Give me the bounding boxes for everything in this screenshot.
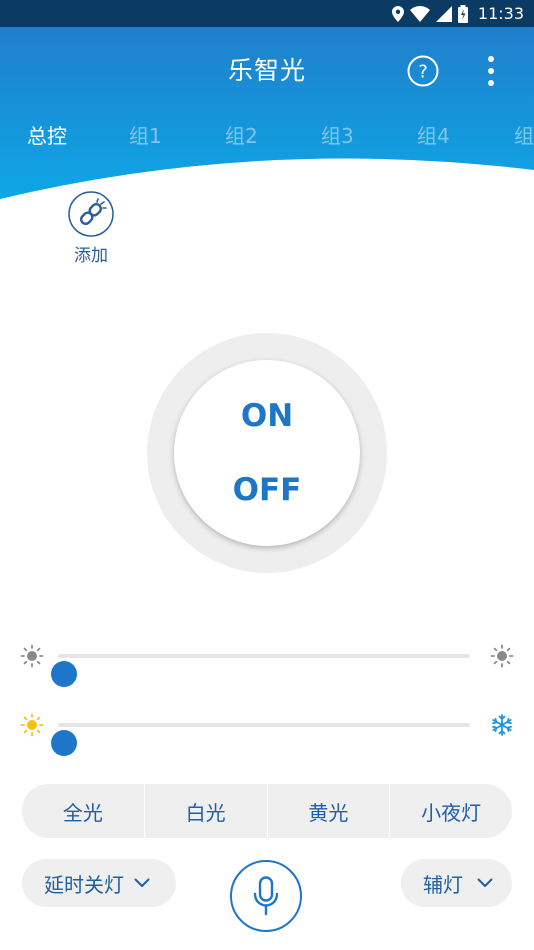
app-title: 乐智光: [227, 56, 306, 85]
brightness-track[interactable]: [51, 654, 470, 687]
chevron-down-icon: [134, 878, 150, 887]
status-icons: 11:33: [391, 0, 524, 27]
color-temperature-slider-row: [0, 705, 534, 756]
tab-group-2[interactable]: 组2: [225, 120, 258, 149]
power-off-button[interactable]: OFF: [174, 472, 360, 508]
add-label: 添加: [74, 246, 108, 266]
brightness-high-icon: [490, 644, 514, 668]
help-button[interactable]: ?: [406, 54, 440, 88]
chevron-down-icon: [477, 878, 493, 887]
tab-master-control[interactable]: 总控: [27, 120, 67, 149]
app-header: 乐智光 ? 总控 组1 组2 组3 组4 组: [0, 27, 534, 217]
status-time: 11:33: [477, 4, 524, 23]
battery-icon: [457, 4, 468, 23]
tab-group-3[interactable]: 组3: [321, 120, 354, 149]
light-mode-selector: 全光 白光 黄光 小夜灯: [22, 784, 512, 838]
brightness-low-icon: [20, 644, 44, 668]
delay-off-dropdown[interactable]: 延时关灯: [22, 859, 176, 907]
tab-group-1[interactable]: 组1: [129, 120, 162, 149]
auxiliary-light-label: 辅灯: [423, 872, 463, 897]
voice-control-button[interactable]: [230, 860, 302, 932]
tab-group-4[interactable]: 组4: [417, 120, 450, 149]
wifi-icon: [409, 5, 430, 22]
warm-sun-icon: [20, 713, 44, 737]
cool-snowflake-icon: [492, 714, 512, 736]
brightness-slider-row: [0, 636, 534, 687]
add-device-button[interactable]: 添加: [66, 191, 116, 266]
location-icon: [391, 5, 404, 22]
color-temperature-track[interactable]: [51, 723, 470, 756]
more-dot-icon: [488, 80, 494, 86]
mode-white-light-button[interactable]: 白光: [145, 784, 268, 838]
mode-yellow-light-button[interactable]: 黄光: [268, 784, 391, 838]
more-options-button[interactable]: [478, 52, 504, 90]
signal-icon: [435, 5, 452, 22]
power-on-button[interactable]: ON: [174, 398, 360, 434]
status-bar: 11:33: [0, 0, 534, 27]
more-dot-icon: [488, 56, 494, 62]
mode-full-light-button[interactable]: 全光: [22, 784, 145, 838]
microphone-icon: [253, 876, 279, 916]
help-icon: ?: [407, 55, 439, 87]
tab-group-5-partial[interactable]: 组: [514, 120, 534, 149]
power-dial: [174, 360, 360, 546]
auxiliary-light-dropdown[interactable]: 辅灯: [401, 859, 512, 907]
delay-off-label: 延时关灯: [44, 872, 124, 897]
more-dot-icon: [488, 68, 494, 74]
group-tabs: 总控 组1 组2 组3 组4 组: [0, 120, 534, 152]
color-temperature-thumb[interactable]: [51, 730, 77, 756]
brightness-thumb[interactable]: [51, 661, 77, 687]
mode-night-light-button[interactable]: 小夜灯: [390, 784, 512, 838]
link-icon: [68, 191, 114, 237]
svg-text:?: ?: [418, 62, 428, 83]
